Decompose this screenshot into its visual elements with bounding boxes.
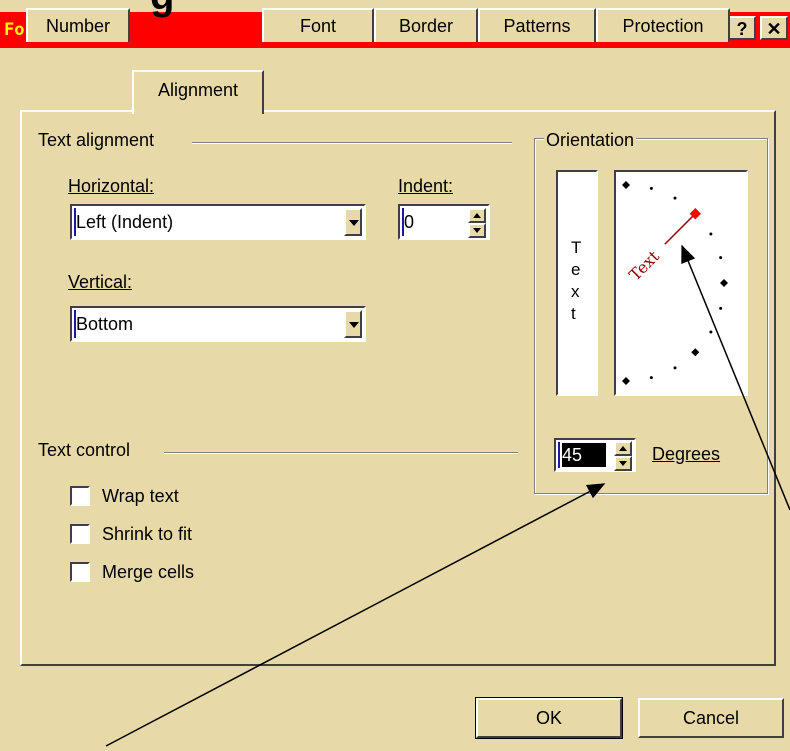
- horizontal-label: Horizontal:: [68, 176, 155, 196]
- spin-down-icon[interactable]: [468, 223, 486, 238]
- orientation-dial-graphic: Text: [622, 181, 728, 385]
- tab-alignment[interactable]: Alignment: [132, 70, 264, 114]
- indent-label: Indent:: [398, 176, 454, 196]
- orientation-group-label: Orientation: [544, 130, 637, 151]
- horizontal-select-value: Left (Indent): [76, 212, 174, 232]
- vertical-label: Vertical:: [68, 272, 133, 292]
- spin-up-icon[interactable]: [468, 208, 486, 223]
- chevron-down-icon[interactable]: [344, 310, 362, 338]
- horizontal-select[interactable]: Left (Indent): [70, 204, 366, 240]
- shrink-to-fit-checkbox[interactable]: [70, 524, 90, 544]
- tab-patterns[interactable]: Patterns: [478, 8, 596, 42]
- dial-major-tick[interactable]: [691, 348, 700, 357]
- dial-minor-tick[interactable]: [673, 196, 677, 200]
- degrees-spinner[interactable]: [614, 441, 632, 471]
- close-button[interactable]: ✕: [760, 16, 788, 40]
- text-alignment-group-label: Text alignment: [38, 130, 155, 150]
- cancel-button[interactable]: Cancel: [638, 698, 784, 738]
- slide-title-fragment: g: [150, 0, 174, 19]
- vertical-text-option[interactable]: T e x t: [556, 170, 598, 396]
- dial-major-tick[interactable]: [622, 181, 630, 189]
- help-button[interactable]: ?: [728, 16, 756, 40]
- text-alignment-divider: [192, 142, 512, 144]
- dial-minor-tick[interactable]: [649, 376, 653, 380]
- indent-value: 0: [404, 212, 415, 232]
- text-control-divider: [164, 452, 518, 454]
- text-control-group-label: Text control: [38, 440, 131, 460]
- indent-field[interactable]: 0: [398, 204, 490, 240]
- focus-marker: [558, 442, 560, 468]
- vertical-text-char: e: [571, 260, 581, 279]
- ok-button[interactable]: OK: [475, 697, 623, 739]
- wrap-text-checkbox[interactable]: [70, 486, 90, 506]
- dial-major-tick[interactable]: [622, 377, 630, 385]
- shrink-to-fit-label[interactable]: Shrink to fit: [102, 524, 192, 545]
- vertical-select-value: Bottom: [76, 314, 134, 334]
- dial-minor-tick[interactable]: [649, 186, 653, 190]
- tab-border[interactable]: Border: [374, 8, 478, 42]
- dial-minor-tick[interactable]: [709, 330, 713, 334]
- tab-protection[interactable]: Protection: [596, 8, 730, 42]
- spin-down-icon[interactable]: [614, 456, 632, 471]
- vertical-select[interactable]: Bottom: [70, 306, 366, 342]
- tab-font[interactable]: Font: [262, 8, 374, 42]
- merge-cells-checkbox[interactable]: [70, 562, 90, 582]
- orientation-dial[interactable]: Text: [614, 170, 748, 396]
- merge-cells-label[interactable]: Merge cells: [102, 562, 194, 583]
- orientation-dial-text: Text: [625, 246, 663, 284]
- dial-minor-tick[interactable]: [719, 256, 723, 260]
- tab-number[interactable]: Number: [26, 8, 130, 42]
- vertical-text-char: T: [571, 238, 582, 257]
- spin-up-icon[interactable]: [614, 441, 632, 456]
- dial-minor-tick[interactable]: [719, 306, 723, 310]
- dial-minor-tick[interactable]: [673, 366, 677, 370]
- degrees-label: Degrees: [652, 444, 721, 464]
- vertical-text-char: t: [571, 304, 576, 323]
- indent-spinner[interactable]: [468, 208, 486, 238]
- dial-major-tick[interactable]: [720, 279, 728, 287]
- dial-minor-tick[interactable]: [709, 232, 713, 236]
- chevron-down-icon[interactable]: [344, 208, 362, 236]
- degrees-value: 45: [562, 443, 606, 467]
- vertical-text-char: x: [571, 282, 580, 301]
- wrap-text-label[interactable]: Wrap text: [102, 486, 179, 507]
- orientation-needle: [664, 213, 696, 245]
- format-cells-dialog: Format Cells ? ✕ g Number Font Border Pa…: [0, 0, 790, 751]
- degrees-field[interactable]: 45: [554, 438, 636, 472]
